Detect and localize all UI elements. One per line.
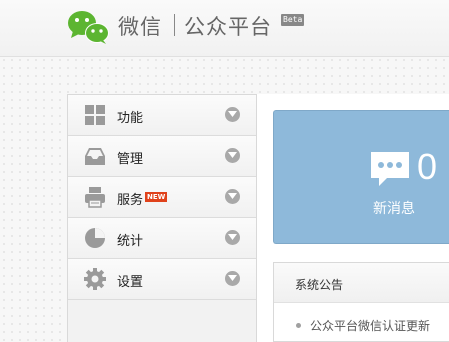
new-messages-count: 0 bbox=[417, 146, 438, 187]
sidebar-item-label: 服务 NEW bbox=[117, 189, 168, 208]
grid-icon bbox=[85, 105, 105, 125]
top-header: 微信 公众平台 Beta bbox=[0, 0, 449, 57]
sidebar-item-function[interactable]: 功能 bbox=[68, 95, 256, 136]
chevron-down-icon[interactable] bbox=[225, 148, 240, 163]
inbox-icon bbox=[85, 148, 105, 165]
sidebar-item-service[interactable]: 服务 NEW bbox=[68, 177, 256, 218]
pie-chart-icon bbox=[85, 228, 105, 248]
system-notice-panel: 系统公告 公众平台微信认证更新 bbox=[273, 262, 449, 342]
sidebar-item-label: 功能 bbox=[117, 111, 144, 126]
chevron-down-icon[interactable] bbox=[225, 271, 240, 286]
sidebar-item-label: 设置 bbox=[117, 275, 144, 290]
sidebar-item-text: 服务 bbox=[117, 193, 144, 208]
new-messages-card[interactable]: 0 新消息 bbox=[273, 110, 449, 244]
brand-name: 微信 bbox=[118, 15, 162, 39]
brand-divider bbox=[174, 14, 175, 36]
notice-title: 系统公告 bbox=[295, 278, 344, 292]
beta-badge: Beta bbox=[281, 14, 305, 26]
notice-list-item[interactable]: 公众平台微信认证更新 bbox=[296, 317, 449, 334]
bullet-icon bbox=[296, 323, 301, 328]
gear-icon bbox=[84, 268, 106, 290]
notice-link[interactable]: 公众平台微信认证更新 bbox=[310, 319, 430, 333]
sidebar-nav: 功能 管理 服务 NEW 统计 设置 bbox=[67, 94, 257, 342]
sidebar-item-manage[interactable]: 管理 bbox=[68, 136, 256, 177]
sidebar-item-label: 管理 bbox=[117, 152, 144, 167]
sidebar-item-label: 统计 bbox=[117, 234, 144, 249]
chevron-down-icon[interactable] bbox=[225, 107, 240, 122]
wechat-logo-icon bbox=[68, 11, 109, 44]
brand-subtitle: 公众平台 bbox=[184, 15, 272, 39]
printer-icon bbox=[85, 187, 105, 208]
chevron-down-icon[interactable] bbox=[225, 230, 240, 245]
sidebar-item-settings[interactable]: 设置 bbox=[68, 259, 256, 300]
chevron-down-icon[interactable] bbox=[225, 189, 240, 204]
new-badge: NEW bbox=[145, 192, 168, 202]
message-bubble-icon bbox=[371, 152, 409, 186]
new-messages-label: 新消息 bbox=[373, 201, 415, 217]
sidebar-item-statistics[interactable]: 统计 bbox=[68, 218, 256, 259]
